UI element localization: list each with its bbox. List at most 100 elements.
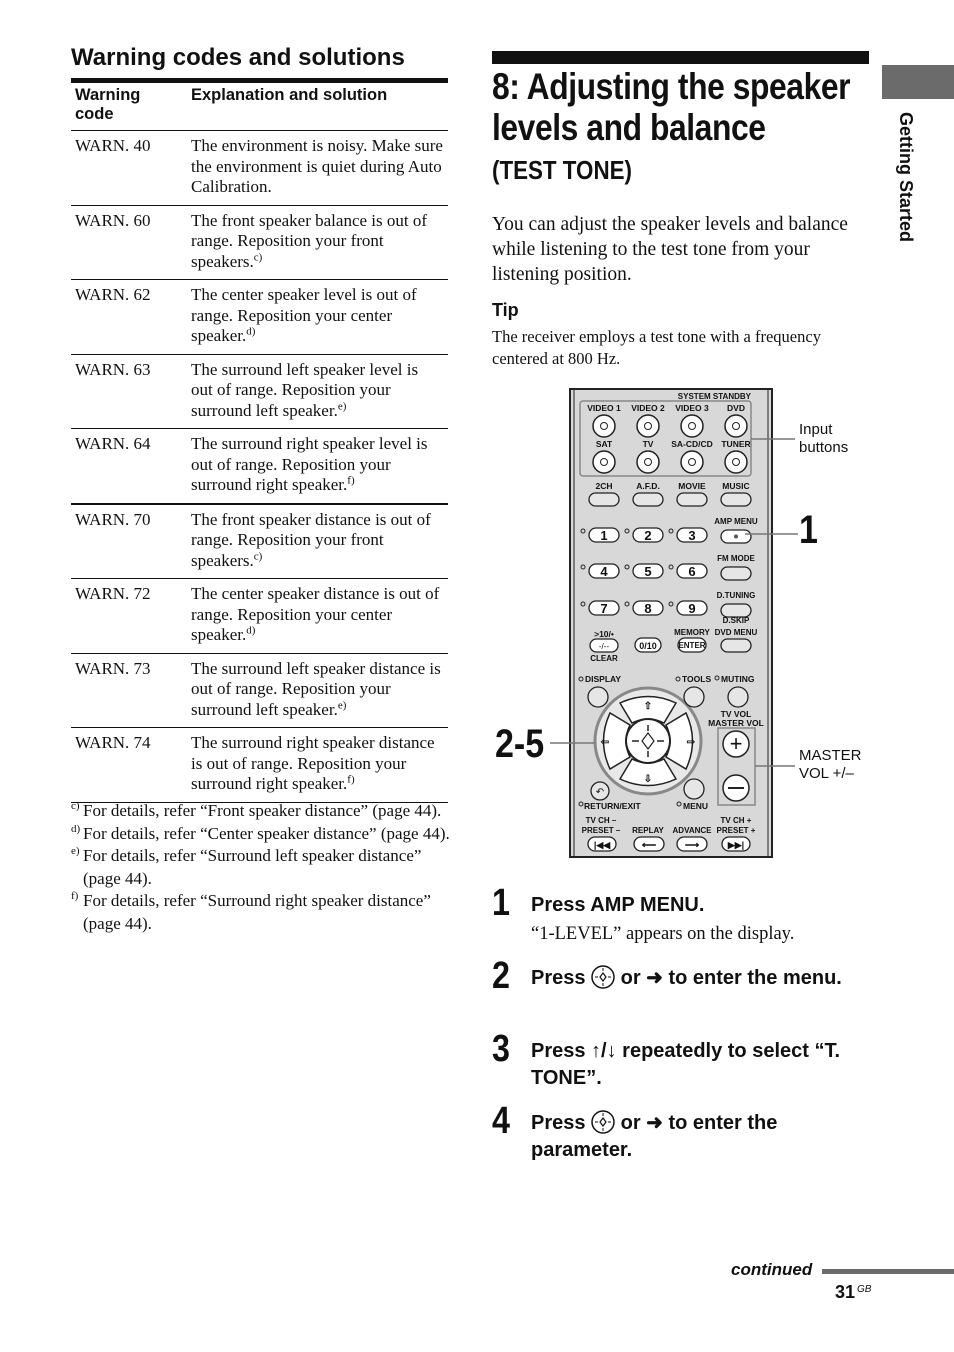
warning-code: WARN. 73 [71, 653, 187, 728]
table-row: WARN. 60 The front speaker balance is out… [71, 205, 448, 280]
step-instruction: Press AMP MENU. [531, 894, 705, 916]
header-explanation: Explanation and solution [187, 83, 448, 131]
nav-right-arrow: ⇨ [687, 737, 696, 748]
plus-icon: + [730, 731, 743, 756]
input-button [592, 414, 616, 438]
master-vol-label: MASTER VOL [708, 718, 764, 728]
page-number: 31 GB [835, 1282, 872, 1302]
warning-code: WARN. 74 [71, 727, 187, 803]
tip-body: The receiver employs a test tone with a … [492, 327, 821, 368]
chapter-tab [882, 65, 954, 99]
warning-explanation: The front speaker balance is out of rang… [187, 205, 448, 280]
footnote-ref: d) [246, 325, 256, 338]
number-key-label: 4 [600, 564, 608, 579]
warning-explanation: The surround right speaker distance is o… [187, 727, 448, 803]
header-warning-code: Warning code [71, 83, 187, 131]
table-row: WARN. 63 The surround left speaker level … [71, 354, 448, 429]
nav-up-arrow: ⇧ [644, 701, 652, 712]
table-row: WARN. 62 The center speaker level is out … [71, 279, 448, 355]
footnote-mark: d) [71, 822, 81, 835]
table-row: WARN. 70 The front speaker distance is ou… [71, 503, 448, 579]
next-icon: ▶▶| [727, 840, 744, 850]
footnote-text: For details, refer “Center speaker dista… [83, 823, 450, 843]
callout-input-buttons: Input buttons [799, 421, 849, 456]
input-button [680, 414, 704, 438]
warning-explanation: The environment is noisy. Make sure the … [187, 130, 448, 206]
number-key-label: 5 [644, 564, 651, 579]
mode-button [720, 492, 752, 507]
warning-code: WARN. 70 [71, 503, 187, 579]
mode-button [632, 492, 664, 507]
clear-label: CLEAR [590, 654, 618, 663]
input-label: SA-CD/CD [671, 439, 713, 449]
table-row: WARN. 74 The surround right speaker dista… [71, 727, 448, 803]
warning-code: WARN. 60 [71, 205, 187, 280]
footnote-text: For details, refer “Surround left speake… [83, 846, 422, 888]
replay-label: REPLAY [632, 826, 664, 835]
warning-explanation: The surround right speaker level is out … [187, 428, 448, 505]
preset-plus-label: PRESET + [717, 826, 756, 835]
footnote-mark: c) [71, 800, 80, 812]
preset-minus-label: PRESET – [582, 826, 621, 835]
d-skip-label: D.SKIP [723, 616, 750, 625]
number-key-label: 9 [688, 601, 695, 616]
return-icon: ↶ [596, 787, 604, 798]
footnote-mark: f) [71, 890, 79, 902]
callout-step-2-5: 2-5 [495, 722, 545, 766]
input-button [724, 450, 748, 474]
footnote-mark: e) [71, 845, 80, 857]
footnote-ref: d) [246, 624, 256, 637]
return-exit-label: RETURN/EXIT [584, 801, 641, 811]
mode-label: 2CH [595, 481, 612, 491]
table-row: WARN. 40 The environment is noisy. Make s… [71, 130, 448, 206]
function-label: FM MODE [717, 554, 755, 563]
footnote-ref: c) [253, 250, 263, 263]
svg-text:>10/•: >10/• [594, 629, 614, 639]
continued-label: continued [731, 1260, 813, 1279]
mode-label: MUSIC [722, 481, 749, 491]
callout-master-vol: MASTER VOL +/– [799, 747, 862, 782]
number-key-label: 2 [644, 528, 651, 543]
warning-code: WARN. 40 [71, 130, 187, 206]
tip-heading: Tip [492, 300, 519, 320]
step-instruction: Press or ➜ to enter the parameter. [531, 1110, 778, 1161]
system-standby-label: SYSTEM STANDBY [678, 392, 752, 401]
footnote-ref: e) [337, 698, 347, 711]
footnote-ref: e) [337, 399, 347, 412]
dvd-menu-key [720, 638, 752, 653]
warning-explanation: The front speaker distance is out of ran… [187, 503, 448, 579]
input-button [592, 450, 616, 474]
menu-button [683, 778, 705, 800]
input-button [724, 414, 748, 438]
display-label: DISPLAY [585, 674, 621, 684]
input-button [680, 450, 704, 474]
svg-text:0/10: 0/10 [639, 641, 657, 651]
continued-bar [822, 1269, 954, 1274]
input-label: DVD [727, 403, 745, 413]
mode-button [676, 492, 708, 507]
enter-icon [591, 1110, 615, 1134]
tv-ch-minus-label: TV CH – [586, 816, 617, 825]
input-button [636, 450, 660, 474]
footnote-ref: f) [347, 773, 355, 786]
muting-label: MUTING [721, 674, 755, 684]
chapter-label: Getting Started [896, 112, 916, 243]
table-row: WARN. 64 The surround right speaker level… [71, 428, 448, 505]
function-label: D.TUNING [717, 591, 756, 600]
svg-text:ENTER: ENTER [678, 641, 705, 650]
enter-icon [591, 965, 615, 989]
step-instruction: Press ↑/↓ repeatedly to select “T. TONE”… [531, 1040, 841, 1089]
warning-explanation: The center speaker level is out of range… [187, 279, 448, 355]
input-button [636, 414, 660, 438]
number-key-label: 8 [644, 601, 651, 616]
input-label: TUNER [721, 439, 750, 449]
footnote: c) For details, refer “Front speaker dist… [71, 800, 456, 823]
muting-button [727, 686, 749, 708]
tv-ch-plus-label: TV CH + [721, 816, 752, 825]
advance-icon: ⟶ [685, 840, 700, 851]
callout-step-1: 1 [799, 508, 818, 552]
table-header-row: Warning code Explanation and solution [71, 83, 448, 131]
replay-icon: ⟵ [642, 840, 656, 851]
tools-button [683, 686, 705, 708]
warning-explanation: The surround left speaker level is out o… [187, 354, 448, 429]
